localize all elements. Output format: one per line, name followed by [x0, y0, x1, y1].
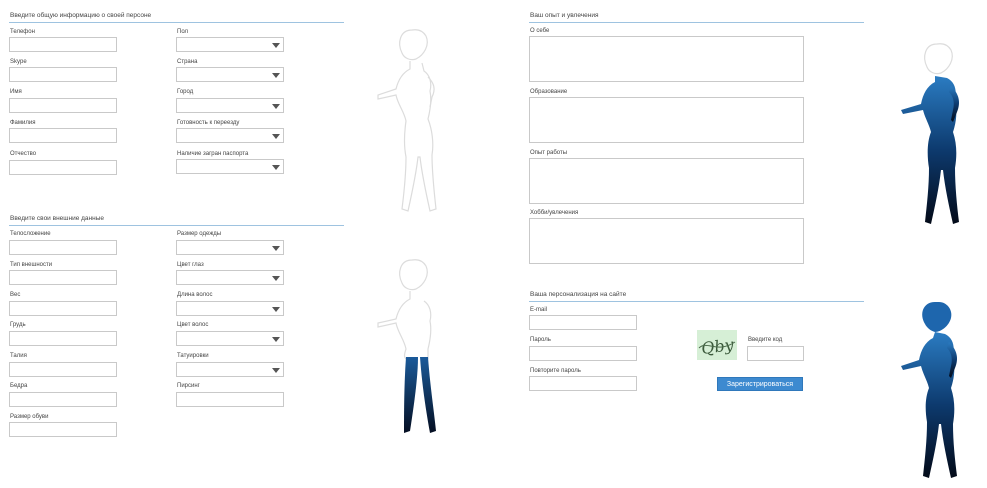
- work-label: Опыт работы: [530, 150, 568, 156]
- passport-label: Наличие загран паспорта: [177, 151, 249, 157]
- captcha-text: Qby: [700, 335, 736, 358]
- about-textarea[interactable]: [529, 36, 804, 82]
- look-type-label: Тип внешности: [10, 262, 53, 268]
- eye-color-select[interactable]: [176, 270, 284, 285]
- personal-section-title: Введите общую информацию о своей персоне: [10, 12, 152, 19]
- body-type-input[interactable]: [9, 240, 117, 255]
- captcha-input[interactable]: [747, 346, 804, 361]
- piercing-label: Пирсинг: [177, 383, 200, 389]
- repeat-password-label: Повторите пароль: [530, 368, 581, 374]
- skype-input[interactable]: [9, 67, 117, 82]
- shoe-size-input[interactable]: [9, 422, 117, 437]
- look-type-input[interactable]: [9, 270, 117, 285]
- clothing-size-select[interactable]: [176, 240, 284, 255]
- name-label: Имя: [10, 89, 22, 95]
- woman-silhouette-partial-bottom: [377, 259, 436, 433]
- woman-silhouette-filled-top: [901, 43, 959, 224]
- weight-label: Вес: [10, 292, 21, 298]
- chevron-down-icon: [272, 337, 280, 342]
- chest-label: Грудь: [10, 322, 26, 328]
- phone-input[interactable]: [9, 37, 117, 52]
- gender-select[interactable]: [176, 37, 284, 52]
- tattoos-label: Татуировки: [177, 353, 209, 359]
- city-label: Город: [177, 89, 194, 95]
- woman-silhouette-outline-top: [377, 29, 437, 212]
- personal-section-divider: [9, 22, 344, 23]
- password-label: Пароль: [530, 337, 551, 343]
- appearance-section-title: Введите свои внешние данные: [10, 215, 105, 222]
- chevron-down-icon: [272, 104, 280, 109]
- hair-color-select[interactable]: [176, 331, 284, 346]
- hobby-label: Хобби/увлечения: [530, 210, 579, 216]
- phone-label: Телефон: [10, 29, 35, 35]
- education-label: Образование: [530, 89, 568, 95]
- hair-length-label: Длина волос: [177, 292, 213, 298]
- hair-color-label: Цвет волос: [177, 322, 209, 328]
- eye-color-label: Цвет глаз: [177, 262, 204, 268]
- chevron-down-icon: [272, 43, 280, 48]
- patronymic-label: Отчество: [10, 151, 37, 157]
- hair-length-select[interactable]: [176, 301, 284, 316]
- patronymic-input[interactable]: [9, 160, 117, 175]
- about-label: О себе: [530, 28, 550, 34]
- surname-input[interactable]: [9, 128, 117, 143]
- waist-input[interactable]: [9, 362, 117, 377]
- hips-input[interactable]: [9, 392, 117, 407]
- skype-label: Skype: [10, 59, 27, 65]
- passport-select[interactable]: [176, 159, 284, 174]
- email-input[interactable]: [529, 315, 637, 330]
- hobby-textarea[interactable]: [529, 218, 804, 264]
- waist-label: Талия: [10, 353, 27, 359]
- city-select[interactable]: [176, 98, 284, 113]
- name-input[interactable]: [9, 98, 117, 113]
- chevron-down-icon: [272, 73, 280, 78]
- password-input[interactable]: [529, 346, 637, 361]
- chest-input[interactable]: [9, 331, 117, 346]
- country-select[interactable]: [176, 67, 284, 82]
- country-label: Страна: [177, 59, 198, 65]
- gender-label: Пол: [177, 29, 189, 35]
- tattoos-select[interactable]: [176, 362, 284, 377]
- chevron-down-icon: [272, 276, 280, 281]
- relocation-label: Готовность к переезду: [177, 120, 240, 126]
- piercing-input[interactable]: [176, 392, 284, 407]
- relocation-select[interactable]: [176, 128, 284, 143]
- chevron-down-icon: [272, 368, 280, 373]
- repeat-password-input[interactable]: [529, 376, 637, 391]
- email-label: E-mail: [530, 307, 548, 313]
- chevron-down-icon: [272, 165, 280, 170]
- surname-label: Фамилия: [10, 120, 36, 126]
- chevron-down-icon: [272, 307, 280, 312]
- shoe-size-label: Размер обуви: [10, 414, 49, 420]
- education-textarea[interactable]: [529, 97, 804, 143]
- chevron-down-icon: [272, 246, 280, 251]
- weight-input[interactable]: [9, 301, 117, 316]
- chevron-down-icon: [272, 134, 280, 139]
- clothing-size-label: Размер одежды: [177, 231, 222, 237]
- appearance-section-divider: [9, 225, 344, 226]
- work-textarea[interactable]: [529, 158, 804, 204]
- account-section-title: Ваша персонализация на сайте: [530, 291, 627, 298]
- body-type-label: Телосложение: [10, 231, 51, 237]
- woman-silhouette-filled-bottom: [901, 302, 957, 478]
- experience-section-divider: [529, 22, 864, 23]
- captcha-image: Qby: [697, 330, 737, 360]
- captcha-glyphs: Qby: [698, 335, 736, 358]
- captcha-label: Введите код: [748, 337, 783, 343]
- register-button[interactable]: Зарегистрироваться: [717, 377, 803, 391]
- experience-section-title: Ваш опыт и увлечения: [530, 12, 599, 19]
- account-section-divider: [529, 301, 864, 302]
- hips-label: Бедра: [10, 383, 28, 389]
